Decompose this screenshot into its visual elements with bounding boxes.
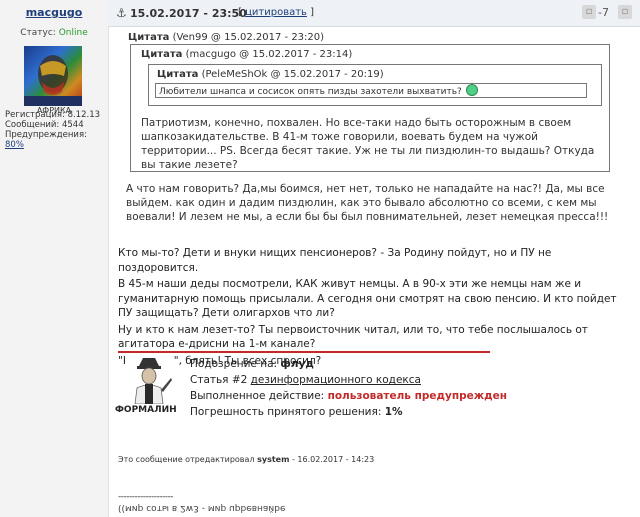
quote-label: Цитата (128, 32, 170, 43)
action-label: Выполненное действие: (190, 390, 325, 402)
code-link[interactable]: дезинформационного кодекса (251, 374, 421, 386)
edited-prefix: Это сообщение отредактировал (118, 455, 255, 464)
signature-separator: -------------------- (118, 492, 173, 502)
moderator-name: ФОРМАЛИН (115, 405, 177, 415)
spoiler-box[interactable]: Любители шнапса и сосисок опять пизды за… (155, 83, 587, 98)
post-paragraph: В 45-м наши деды посмотрели, КАК живут н… (118, 278, 617, 319)
edited-editor: system (257, 455, 290, 464)
quote-author: (macgugo @ 15.02.2017 - 23:14) (185, 49, 353, 60)
quote-button[interactable]: [ цитировать ] (238, 7, 314, 18)
signature-text: ((мир соты в 2w3 - мир upbeвнайbe (118, 503, 286, 513)
error-line: Погрешность принятого решения: 1% (190, 404, 507, 420)
suspicion-label: Подозрение на: (190, 358, 278, 370)
quote-author: (PeleMeShOk @ 15.02.2017 - 20:19) (201, 69, 384, 80)
post-paragraph: Кто мы-то? Дети и внуки нищих пенсионеро… (118, 247, 552, 274)
quote-link-label[interactable]: цитировать (245, 7, 307, 18)
user-sidebar: macgugo Статус: Online АФРИКА Регистраци… (0, 0, 109, 517)
anchor-icon[interactable]: ⚓ (116, 6, 127, 20)
username-link[interactable]: macgugo (4, 6, 104, 19)
message-count: Сообщений: 4544 (5, 120, 84, 130)
error-label: Погрешность принятого решения: (190, 406, 382, 418)
suspicion-line: Подозрение на: флуд (190, 356, 507, 372)
quote-middle-text: Патриотизм, конечно, похвален. Но все-та… (141, 117, 595, 171)
action-value: пользователь предупрежден (327, 390, 508, 402)
quote-label: Цитата (141, 49, 183, 60)
quote-label: Цитата (157, 69, 199, 80)
post-rating: -7 (598, 6, 609, 19)
user-status: Статус: Online (0, 28, 108, 38)
moderator-avatar (125, 354, 173, 405)
edited-suffix: - 16.02.2017 - 14:23 (291, 455, 375, 464)
post-date: 15.02.2017 - 23:50 (130, 7, 247, 20)
quote-title-inner: Цитата (PeleMeShOk @ 15.02.2017 - 20:19) (157, 69, 384, 80)
error-value: 1% (384, 406, 403, 418)
quote-title-middle: Цитата (macgugo @ 15.02.2017 - 23:14) (141, 49, 352, 60)
warnings-value-link[interactable]: 80% (5, 140, 24, 150)
avatar[interactable] (24, 46, 82, 106)
vote-up-icon[interactable]: ▫ (618, 5, 632, 19)
post-header: ⚓ 15.02.2017 - 23:50 [ цитировать ] ▫ -7… (108, 0, 640, 27)
vote-down-icon[interactable]: ▫ (582, 5, 596, 19)
article-line: Статья #2 дезинформационного кодекса (190, 372, 507, 388)
quote-title-outer: Цитата (Ven99 @ 15.02.2017 - 23:20) (128, 32, 324, 43)
status-label: Статус: (20, 28, 56, 38)
moderation-divider (118, 351, 490, 353)
post-paragraph: Ну и кто к нам лезет-то? Ты первоисточни… (118, 323, 588, 351)
quote-author: (Ven99 @ 15.02.2017 - 23:20) (172, 32, 325, 43)
suspicion-value: флуд (280, 358, 314, 370)
status-value: Online (58, 28, 88, 38)
registration-date: Регистрация: 8.12.13 (5, 110, 101, 120)
edited-note: Это сообщение отредактировал system - 16… (118, 455, 374, 464)
warnings: Предупреждения: 80% (5, 130, 108, 150)
moderation-info: Подозрение на: флуд Статья #2 дезинформа… (190, 356, 507, 420)
action-line: Выполненное действие: пользователь преду… (190, 388, 507, 404)
spoiler-text: Любители шнапса и сосисок опять пизды за… (159, 87, 462, 97)
user-stats: Регистрация: 8.12.13 Сообщений: 4544 Пре… (5, 110, 108, 150)
spoiler-toggle-icon[interactable] (465, 84, 478, 96)
quote-outer-text: А что нам говорить? Да,мы боимся, нет не… (126, 183, 609, 223)
warnings-label: Предупреждения: (5, 130, 87, 140)
article-label: Статья #2 (190, 374, 248, 386)
